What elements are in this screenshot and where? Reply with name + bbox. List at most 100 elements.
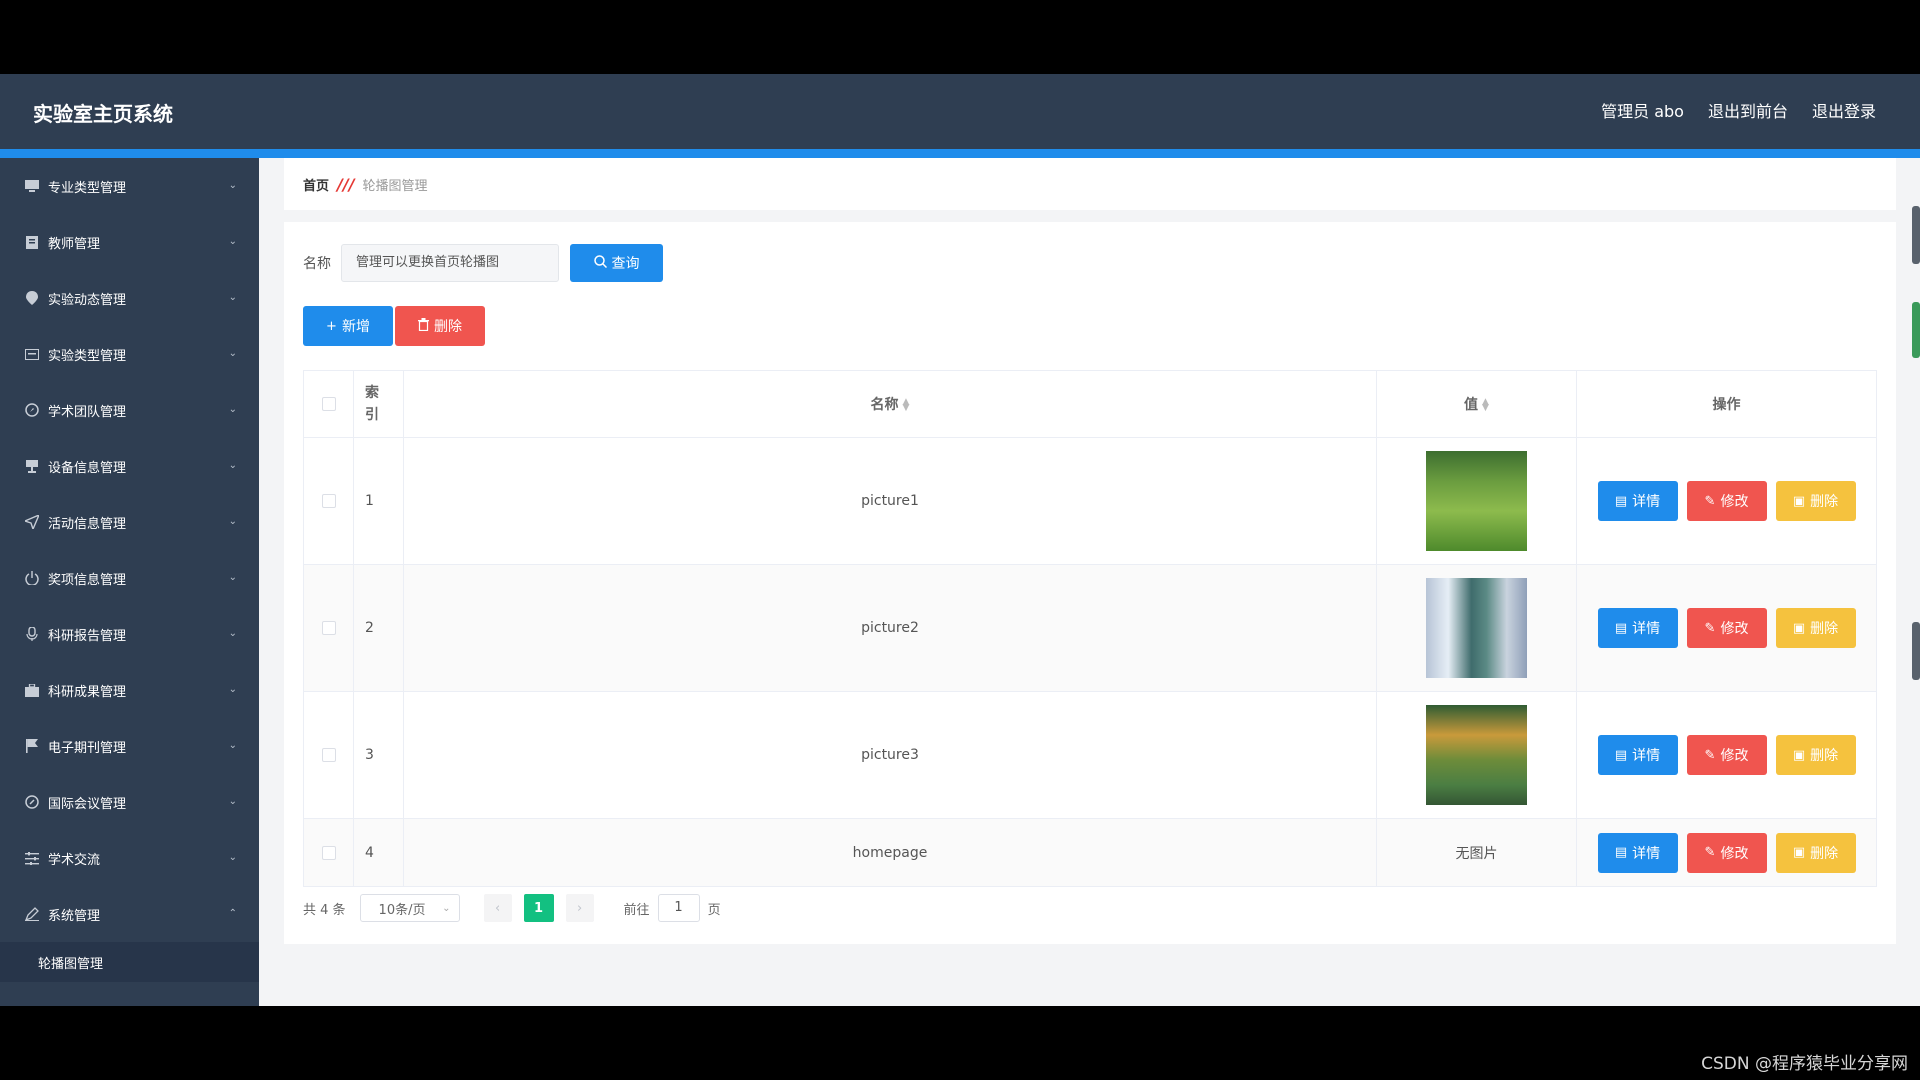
sidebar-item-label: 奖项信息管理: [48, 572, 127, 588]
logout-link[interactable]: 退出登录: [1812, 98, 1876, 122]
row-name: picture3: [403, 691, 1377, 819]
admin-user-label[interactable]: 管理员 abo: [1601, 98, 1684, 122]
row-ops: ▤ 详情 ✎ 修改 ▣ 删除: [1576, 818, 1877, 887]
row-checkbox[interactable]: [321, 845, 336, 860]
header-name[interactable]: 名称 ▲ ▼: [403, 370, 1377, 438]
power-icon: [24, 570, 40, 586]
delete-button-label: 删除: [1810, 845, 1839, 862]
header-value[interactable]: 值 ▲ ▼: [1376, 370, 1577, 438]
send-icon: [24, 514, 40, 530]
chevron-down-icon: ⌄: [228, 740, 237, 751]
sidebar-item-teacher[interactable]: 教师管理 ⌄: [0, 214, 259, 270]
chevron-down-icon: ⌄: [228, 628, 237, 639]
sidebar-item-system[interactable]: 系统管理 ⌃: [0, 886, 259, 942]
trash-icon: ▣: [1792, 747, 1806, 763]
edit-button[interactable]: ✎ 修改: [1686, 735, 1767, 775]
delete-button[interactable]: ▣ 删除: [1775, 735, 1856, 775]
search-input[interactable]: 管理可以更换首页轮播图: [341, 244, 559, 282]
thumbnail-image[interactable]: [1426, 578, 1527, 678]
sidebar-item-conference[interactable]: 国际会议管理 ⌄: [0, 774, 259, 830]
sidebar-item-label: 电子期刊管理: [48, 740, 127, 756]
thumbnail-image[interactable]: [1426, 705, 1527, 805]
sidebar-item-label: 实验类型管理: [48, 348, 127, 364]
sidebar-item-equipment[interactable]: 设备信息管理 ⌄: [0, 438, 259, 494]
sidebar-item-journal[interactable]: 电子期刊管理 ⌄: [0, 718, 259, 774]
main-content: 首页 /// 轮播图管理 名称 管理可以更换首页轮播图 查询 + 新增 删除 索…: [259, 158, 1920, 1006]
sidebar-item-label: 科研成果管理: [48, 684, 127, 700]
sidebar-item-activity[interactable]: 活动信息管理 ⌄: [0, 494, 259, 550]
row-name: homepage: [403, 818, 1377, 887]
row-value: [1376, 564, 1577, 692]
row-name: picture2: [403, 564, 1377, 692]
goto-label: 前往: [623, 902, 650, 918]
exit-to-front-link[interactable]: 退出到前台: [1708, 98, 1788, 122]
row-index: 1: [353, 437, 404, 565]
card-icon: [24, 346, 40, 362]
search-icon: [593, 254, 607, 272]
row-checkbox[interactable]: [321, 748, 336, 762]
breadcrumb-separator-icon: ///: [337, 174, 355, 194]
sidebar-item-research-report[interactable]: 科研报告管理 ⌄: [0, 606, 259, 662]
document-icon: ▤: [1614, 845, 1628, 860]
sort-icon[interactable]: ▲ ▼: [1482, 398, 1489, 413]
row-check-cell: [303, 564, 354, 692]
detail-button[interactable]: ▤ 详情: [1597, 735, 1678, 775]
header-ops-label: 操作: [1712, 397, 1741, 413]
delete-button[interactable]: ▣ 删除: [1775, 481, 1856, 521]
sidebar-item-label: 学术交流: [48, 852, 101, 868]
scroll-indicator[interactable]: [1912, 622, 1920, 680]
add-button[interactable]: + 新增: [303, 306, 393, 346]
chevron-left-icon: ‹: [494, 900, 501, 916]
sort-icon[interactable]: ▲ ▼: [903, 398, 910, 413]
edit-button[interactable]: ✎ 修改: [1686, 608, 1767, 648]
delete-button[interactable]: ▣ 删除: [1775, 608, 1856, 648]
page-number-current[interactable]: 1: [523, 894, 554, 922]
flag-icon: [24, 738, 40, 754]
edit-button[interactable]: ✎ 修改: [1686, 481, 1767, 521]
breadcrumb-current: 轮播图管理: [362, 178, 428, 194]
delete-button-label: 删除: [1810, 621, 1839, 637]
plus-icon: +: [326, 318, 337, 334]
row-value-text: 无图片: [1376, 818, 1577, 887]
pagination-total: 共 4 条: [303, 902, 346, 918]
pen-icon: [24, 906, 40, 922]
scroll-indicator[interactable]: [1912, 206, 1920, 264]
add-button-label: 新增: [341, 319, 370, 335]
search-bar: 名称 管理可以更换首页轮播图 查询: [303, 244, 663, 282]
sidebar-item-label: 系统管理: [48, 908, 101, 924]
goto-page: 前往 1 页: [624, 894, 721, 922]
thumbnail-image[interactable]: [1426, 451, 1527, 551]
edit-icon: ✎: [1704, 747, 1716, 763]
sidebar-item-label: 学术团队管理: [48, 404, 127, 420]
select-all-checkbox[interactable]: [321, 397, 336, 411]
document-icon: ▤: [1614, 620, 1628, 636]
delete-button[interactable]: ▣ 删除: [1775, 832, 1856, 873]
goto-page-input[interactable]: 1: [657, 894, 700, 922]
sidebar-item-exchange[interactable]: 学术交流 ⌄: [0, 830, 259, 886]
row-ops: ▤ 详情 ✎ 修改 ▣ 删除: [1576, 564, 1877, 692]
sidebar-item-research-results[interactable]: 科研成果管理 ⌄: [0, 662, 259, 718]
list-panel: 名称 管理可以更换首页轮播图 查询 + 新增 删除 索引 名称 ▲ ▼ 值 ▲ …: [284, 222, 1896, 944]
prev-page-button[interactable]: ‹: [483, 894, 512, 922]
sidebar-item-lab-type[interactable]: 实验类型管理 ⌄: [0, 326, 259, 382]
detail-button[interactable]: ▤ 详情: [1597, 832, 1678, 873]
detail-button[interactable]: ▤ 详情: [1597, 608, 1678, 648]
row-checkbox[interactable]: [321, 494, 336, 508]
sidebar-item-major-type[interactable]: 专业类型管理 ⌄: [0, 158, 259, 214]
detail-button[interactable]: ▤ 详情: [1597, 481, 1678, 521]
row-checkbox[interactable]: [321, 621, 336, 635]
goto-suffix: 页: [707, 902, 721, 918]
chevron-down-icon: ⌄: [228, 404, 237, 415]
query-button[interactable]: 查询: [570, 244, 663, 282]
sidebar-item-lab-news[interactable]: 实验动态管理 ⌄: [0, 270, 259, 326]
next-page-button[interactable]: ›: [565, 894, 594, 922]
sidebar-item-awards[interactable]: 奖项信息管理 ⌄: [0, 550, 259, 606]
edit-button[interactable]: ✎ 修改: [1686, 832, 1767, 873]
scroll-indicator[interactable]: [1912, 302, 1920, 358]
batch-delete-button[interactable]: 删除: [395, 306, 485, 346]
sidebar-item-academic-team[interactable]: 学术团队管理 ⌄: [0, 382, 259, 438]
page-size-select[interactable]: 10条/页 ⌄: [359, 894, 460, 922]
edit-button-label: 修改: [1720, 845, 1749, 862]
breadcrumb-home[interactable]: 首页: [303, 175, 329, 194]
sidebar-subitem-carousel[interactable]: 轮播图管理: [0, 942, 259, 982]
